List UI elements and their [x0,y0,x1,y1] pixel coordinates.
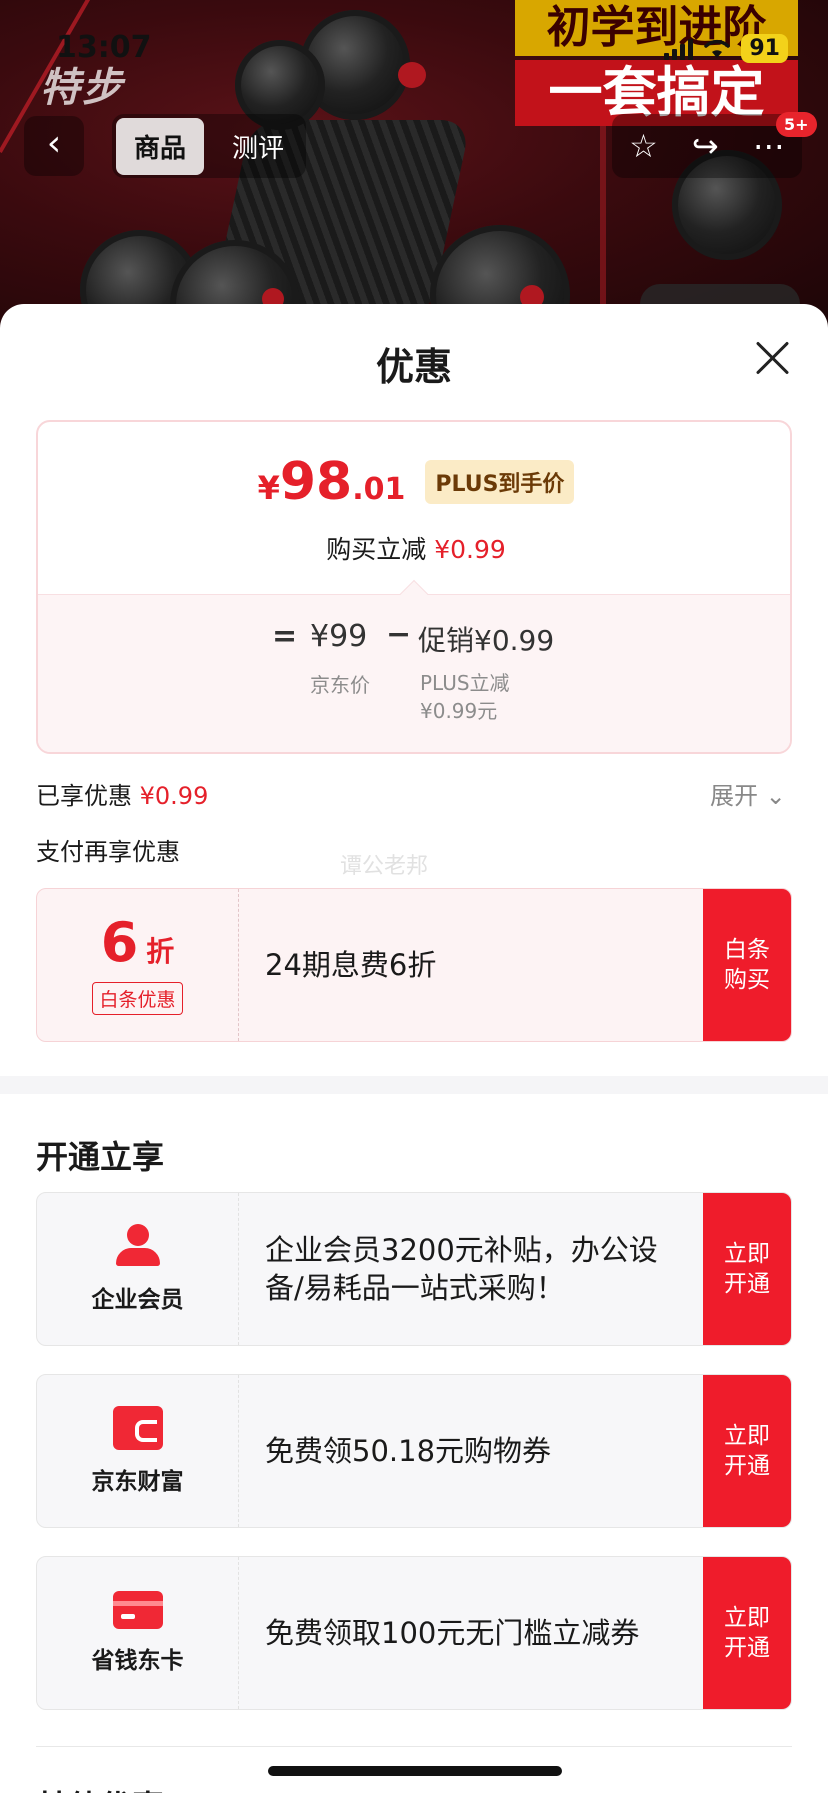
promo-amount: 促销¥0.99 [418,624,555,657]
promo-banner: 初学到进阶 一套搞定 [515,0,798,130]
back-button[interactable]: ‹ [24,116,84,176]
price-card: ¥98.01 PLUS到手价 购买立减 ¥0.99 = ¥99 − 促销¥0.9… [36,420,792,754]
expand-button[interactable]: 展开 ⌄ [710,776,786,811]
card-icon [112,1591,163,1629]
discount-value: 6折 [100,911,175,974]
dumbbell-core [398,62,426,88]
instant-discount: 购买立减 ¥0.99 [326,535,506,564]
person-icon [114,1224,162,1268]
price-summary: ¥98.01 PLUS到手价 购买立减 ¥0.99 [38,422,790,594]
offer-badge: 企业会员 [37,1193,239,1345]
jd-finance-offer: 京东财富 免费领50.18元购物券 立即开通 [36,1374,792,1528]
top-tabs: 商品 测评 [112,114,307,178]
price-integer: 98 [279,452,353,512]
offer-label: 省钱东卡 [91,1648,184,1674]
baitiao-offer: 6折 白条优惠 24期息费6折 白条购买 [36,888,792,1042]
price-decimal: .01 [352,472,406,507]
chevron-down-icon: ⌄ [765,782,786,810]
offer-badge: 京东财富 [37,1375,239,1527]
offer-description: 免费领50.18元购物券 [265,1434,552,1468]
open-now-button[interactable]: 立即开通 [703,1193,791,1345]
pay-section-title: 支付再享优惠 [36,838,180,866]
divider-line [36,1746,792,1747]
battery-level: 91 [741,34,788,63]
baitiao-tag: 白条优惠 [92,982,183,1015]
close-icon[interactable] [754,340,790,376]
enterprise-member-offer: 企业会员 企业会员3200元补贴，办公设备/易耗品一站式采购！ 立即开通 [36,1192,792,1346]
watermark: 谭公老邦 [340,854,429,879]
section-divider [0,1076,828,1094]
calc-minus: − [386,617,412,652]
offer-badge: 省钱东卡 [37,1557,239,1709]
tab-review[interactable]: 测评 [214,118,302,175]
message-badge: 5+ [776,112,817,137]
status-time: 13:07 [56,30,152,65]
nav-actions: ☆ ↪ ⋯ [612,114,802,178]
offer-description: 企业会员3200元补贴，办公设备/易耗品一站式采购！ [265,1233,658,1305]
promo-label: PLUS立减 ¥0.99元 [420,671,510,723]
calc-equals: = [272,619,298,654]
status-icons: 91 [664,34,788,63]
tab-product[interactable]: 商品 [116,117,205,175]
offer-label: 企业会员 [91,1287,184,1313]
home-indicator[interactable] [268,1766,562,1776]
discount-sheet: 优惠 ¥98.01 PLUS到手价 购买立减 ¥0.99 = ¥99 − 促销¥… [0,304,828,1793]
jd-price-label: 京东价 [310,673,370,697]
open-now-button[interactable]: 立即开通 [703,1557,791,1709]
sheet-title: 优惠 [375,345,452,389]
star-icon[interactable]: ☆ [629,127,658,165]
offer-badge: 6折 白条优惠 [37,889,239,1041]
offer-description: 24期息费6折 [265,948,437,982]
other-section-title: 其他优惠 [36,1782,164,1793]
offer-description: 免费领取100元无门槛立减券 [265,1616,640,1650]
share-icon[interactable]: ↪ [692,127,719,165]
offer-label: 京东财富 [91,1469,184,1495]
wallet-icon [112,1406,163,1450]
signal-icon [664,38,694,60]
price-currency: ¥ [257,469,280,507]
jd-price: ¥99 [310,619,368,654]
price-breakdown: = ¥99 − 促销¥0.99 京东价 PLUS立减 ¥0.99元 [38,594,790,752]
wifi-icon [704,39,731,58]
saving-card-offer: 省钱东卡 免费领取100元无门槛立减券 立即开通 [36,1556,792,1710]
open-section-title: 开通立享 [36,1138,165,1176]
baitiao-buy-button[interactable]: 白条购买 [703,889,791,1041]
final-price: ¥98.01 PLUS到手价 [38,452,790,512]
plus-price-tag: PLUS到手价 [425,460,575,504]
chevron-left-icon: ‹ [46,123,62,164]
enjoyed-discount: 已享优惠 ¥0.99 [36,782,209,810]
open-now-button[interactable]: 立即开通 [703,1375,791,1527]
